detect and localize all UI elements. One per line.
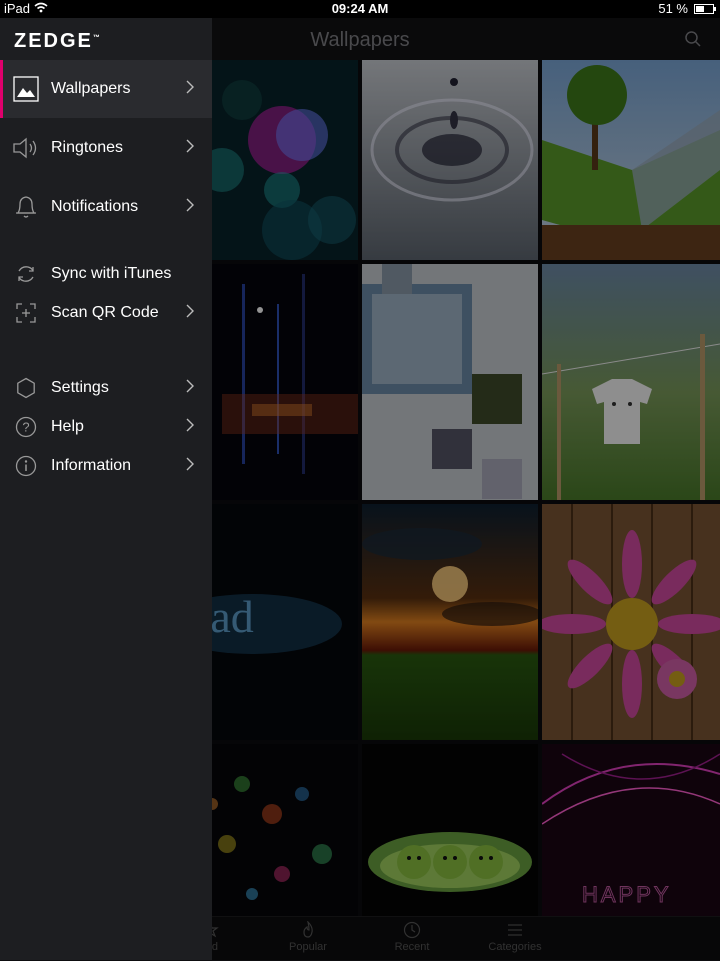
clock: 09:24 AM <box>331 1 389 16</box>
menu-item-label: Sync with iTunes <box>51 265 172 282</box>
menu-item-wallpapers[interactable]: Wallpapers <box>0 60 212 118</box>
zedge-logo: ZEDGE™ <box>14 30 100 52</box>
battery-percent: 51 % <box>658 1 688 16</box>
menu-item-label: Information <box>51 457 132 474</box>
menu-item-settings[interactable]: Settings <box>0 369 212 407</box>
chevron-right-icon <box>186 80 194 99</box>
menu-item-label: Help <box>51 418 84 435</box>
menu-item-scan-qr[interactable]: Scan QR Code <box>0 294 212 332</box>
active-indicator <box>0 60 3 118</box>
menu-item-sync-itunes[interactable]: Sync with iTunes <box>0 255 212 293</box>
chevron-right-icon <box>186 418 194 437</box>
gear-icon <box>12 374 40 402</box>
menu-item-information[interactable]: Information <box>0 447 212 485</box>
menu-item-label: Settings <box>51 379 109 396</box>
menu-item-label: Notifications <box>51 198 139 215</box>
menu-item-label: Ringtones <box>51 139 124 156</box>
bell-icon <box>12 193 40 221</box>
side-drawer: ZEDGE™ Wallpapers Ringtones Notification… <box>0 18 212 960</box>
status-bar: iPad 09:24 AM 51 % <box>0 0 720 18</box>
menu-item-label: Wallpapers <box>51 80 131 97</box>
chevron-right-icon <box>186 379 194 398</box>
image-icon <box>12 75 40 103</box>
chevron-right-icon <box>186 304 194 323</box>
sync-icon <box>12 260 40 288</box>
chevron-right-icon <box>186 198 194 217</box>
chevron-right-icon <box>186 457 194 476</box>
info-icon <box>12 452 40 480</box>
menu-item-ringtones[interactable]: Ringtones <box>0 119 212 177</box>
qr-scan-icon <box>12 299 40 327</box>
svg-text:?: ? <box>22 420 29 435</box>
menu-item-notifications[interactable]: Notifications <box>0 178 212 236</box>
menu-item-help[interactable]: ? Help <box>0 408 212 446</box>
speaker-icon <box>12 134 40 162</box>
menu-item-label: Scan QR Code <box>51 304 159 321</box>
chevron-right-icon <box>186 139 194 158</box>
battery-icon <box>694 3 716 14</box>
help-icon: ? <box>12 413 40 441</box>
